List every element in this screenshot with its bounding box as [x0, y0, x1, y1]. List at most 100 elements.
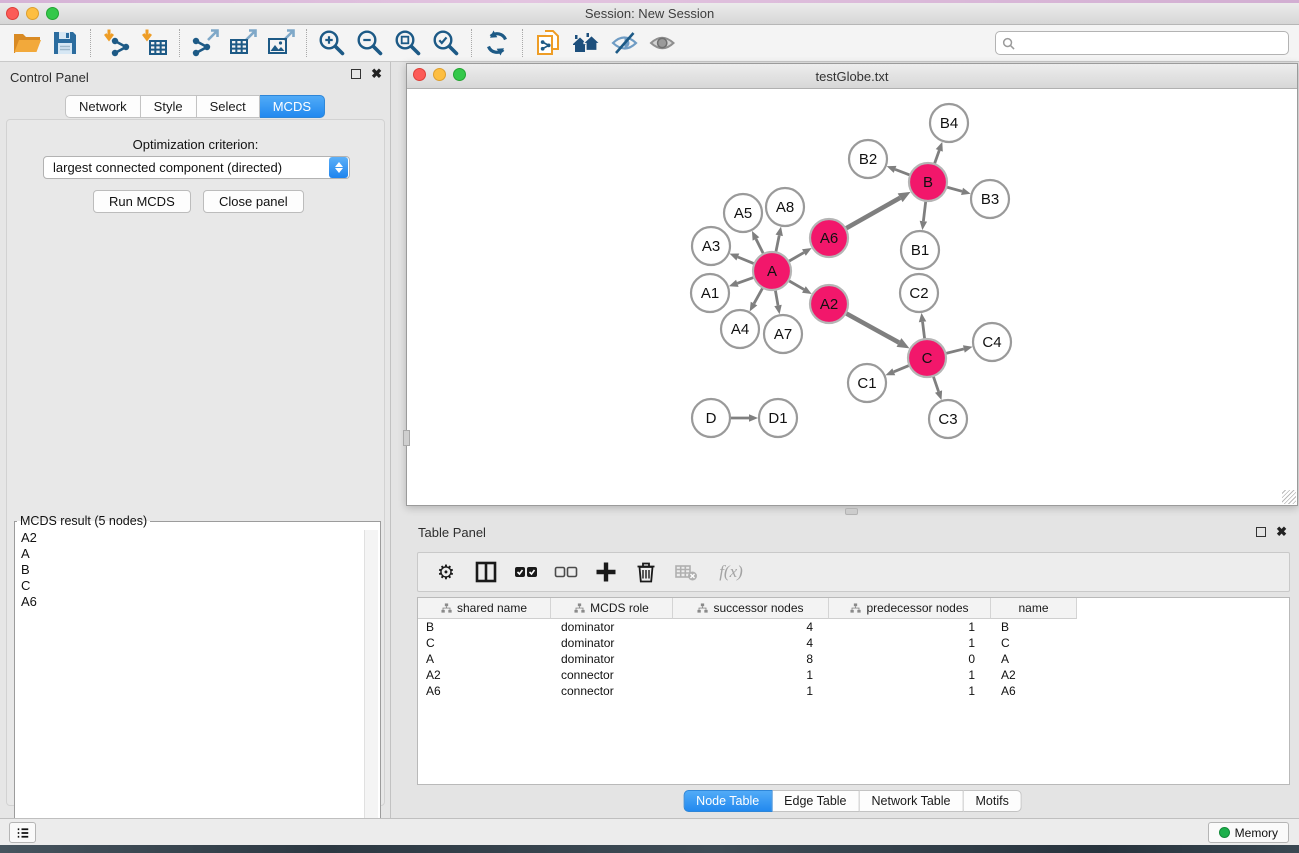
- tab-select[interactable]: Select: [197, 95, 260, 118]
- graph-edge-D-D1[interactable]: [730, 414, 758, 422]
- graph-node-D1[interactable]: D1: [759, 399, 797, 437]
- tab-mcds[interactable]: MCDS: [260, 95, 325, 118]
- main-titlebar[interactable]: Session: New Session: [0, 3, 1299, 25]
- table-cell[interactable]: A: [418, 652, 551, 666]
- result-item-b[interactable]: B: [17, 562, 364, 578]
- graph-node-C4[interactable]: C4: [973, 323, 1011, 361]
- table-row[interactable]: Adominator80A: [418, 651, 1289, 667]
- graph-node-B4[interactable]: B4: [930, 104, 968, 142]
- graph-edge-A-A2[interactable]: [788, 281, 811, 294]
- graph-node-B[interactable]: B: [909, 163, 947, 201]
- graph-edge-C-C2[interactable]: [919, 313, 926, 339]
- column-header-predecessor-nodes[interactable]: predecessor nodes: [829, 598, 991, 619]
- mcds-result-list[interactable]: A2ABCA6: [17, 530, 364, 853]
- table-cell[interactable]: 1: [829, 668, 991, 682]
- table-cell[interactable]: 4: [673, 620, 829, 634]
- network-graph[interactable]: B4B2BB3A8A5A6A3B1AA1C2A2A4A7C4CC1C3DD1: [407, 89, 1297, 505]
- table-cell[interactable]: dominator: [551, 620, 673, 634]
- task-history-button[interactable]: [9, 822, 36, 843]
- zoom-selected-button[interactable]: [427, 27, 465, 59]
- table-cell[interactable]: A: [991, 652, 1077, 666]
- network-window-titlebar[interactable]: testGlobe.txt: [407, 64, 1297, 89]
- function-builder-button[interactable]: f(x): [713, 559, 749, 585]
- splitter-handle[interactable]: [845, 508, 858, 515]
- graph-edge-A-A4[interactable]: [750, 288, 763, 312]
- graph-edge-C-C1[interactable]: [885, 365, 909, 375]
- tab-network-table[interactable]: Network Table: [860, 790, 964, 812]
- network-view-window[interactable]: testGlobe.txt B4B2BB3A8A5A6A3B1AA1C2A2A4…: [406, 63, 1298, 506]
- deselect-all-button[interactable]: [553, 559, 579, 585]
- graph-edge-A2-C[interactable]: [846, 313, 910, 348]
- graph-node-C2[interactable]: C2: [900, 274, 938, 312]
- search-input[interactable]: [1019, 36, 1282, 50]
- graph-edge-A-A5[interactable]: [752, 231, 764, 254]
- duplicate-network-button[interactable]: [529, 27, 567, 59]
- criterion-dropdown[interactable]: largest connected component (directed): [43, 156, 350, 179]
- graph-node-B1[interactable]: B1: [901, 231, 939, 269]
- delete-columns-button[interactable]: [633, 559, 659, 585]
- column-header-successor-nodes[interactable]: successor nodes: [673, 598, 829, 619]
- show-all-button[interactable]: [643, 27, 681, 59]
- column-header-name[interactable]: name: [991, 598, 1077, 619]
- export-table-button[interactable]: [224, 27, 262, 59]
- table-cell[interactable]: C: [418, 636, 551, 650]
- table-cell[interactable]: 1: [673, 684, 829, 698]
- table-cell[interactable]: 4: [673, 636, 829, 650]
- table-cell[interactable]: 8: [673, 652, 829, 666]
- export-network-button[interactable]: [186, 27, 224, 59]
- close-window-button[interactable]: [6, 7, 19, 20]
- result-item-a[interactable]: A: [17, 546, 364, 562]
- column-header-shared-name[interactable]: shared name: [418, 598, 551, 619]
- table-float-panel-icon[interactable]: [1256, 527, 1266, 537]
- result-item-a2[interactable]: A2: [17, 530, 364, 546]
- show-columns-button[interactable]: [473, 559, 499, 585]
- home-button[interactable]: [567, 27, 605, 59]
- float-panel-icon[interactable]: [351, 69, 361, 79]
- select-all-button[interactable]: [513, 559, 539, 585]
- add-column-button[interactable]: [593, 559, 619, 585]
- graph-edge-A-A7[interactable]: [774, 290, 781, 315]
- graph-node-A6[interactable]: A6: [810, 219, 848, 257]
- graph-node-A1[interactable]: A1: [691, 274, 729, 312]
- tab-style[interactable]: Style: [141, 95, 197, 118]
- graph-node-A2[interactable]: A2: [810, 285, 848, 323]
- graph-edge-A-A8[interactable]: [776, 227, 783, 253]
- graph-node-D[interactable]: D: [692, 399, 730, 437]
- graph-node-A7[interactable]: A7: [764, 315, 802, 353]
- result-scrollbar[interactable]: [364, 530, 378, 853]
- open-session-button[interactable]: [8, 27, 46, 59]
- table-cell[interactable]: A6: [418, 684, 551, 698]
- table-cell[interactable]: 0: [829, 652, 991, 666]
- network-maximize-button[interactable]: [453, 68, 466, 81]
- table-row[interactable]: Cdominator41C: [418, 635, 1289, 651]
- memory-button[interactable]: Memory: [1208, 822, 1289, 843]
- zoom-fit-button[interactable]: [389, 27, 427, 59]
- graph-edge-A-A1[interactable]: [729, 277, 754, 286]
- table-row[interactable]: A6connector11A6: [418, 683, 1289, 699]
- table-cell[interactable]: 1: [829, 620, 991, 634]
- import-network-button[interactable]: [97, 27, 135, 59]
- graph-node-A3[interactable]: A3: [692, 227, 730, 265]
- table-options-button[interactable]: ⚙: [433, 559, 459, 585]
- maximize-window-button[interactable]: [46, 7, 59, 20]
- table-cell[interactable]: 1: [829, 684, 991, 698]
- graph-edge-B-B2[interactable]: [887, 166, 911, 175]
- graph-node-B2[interactable]: B2: [849, 140, 887, 178]
- graph-node-B3[interactable]: B3: [971, 180, 1009, 218]
- graph-edge-A-A6[interactable]: [788, 248, 811, 261]
- minimize-window-button[interactable]: [26, 7, 39, 20]
- graph-node-A8[interactable]: A8: [766, 188, 804, 226]
- graph-node-A5[interactable]: A5: [724, 194, 762, 232]
- graph-node-C1[interactable]: C1: [848, 364, 886, 402]
- table-close-panel-icon[interactable]: ✖: [1276, 527, 1287, 537]
- graph-edge-B-B4[interactable]: [934, 142, 942, 164]
- table-row[interactable]: A2connector11A2: [418, 667, 1289, 683]
- graph-node-C3[interactable]: C3: [929, 400, 967, 438]
- table-cell[interactable]: A2: [418, 668, 551, 682]
- network-minimize-button[interactable]: [433, 68, 446, 81]
- table-cell[interactable]: dominator: [551, 652, 673, 666]
- graph-node-C[interactable]: C: [908, 339, 946, 377]
- table-cell[interactable]: connector: [551, 668, 673, 682]
- close-panel-icon[interactable]: ✖: [371, 69, 382, 79]
- table-cell[interactable]: 1: [673, 668, 829, 682]
